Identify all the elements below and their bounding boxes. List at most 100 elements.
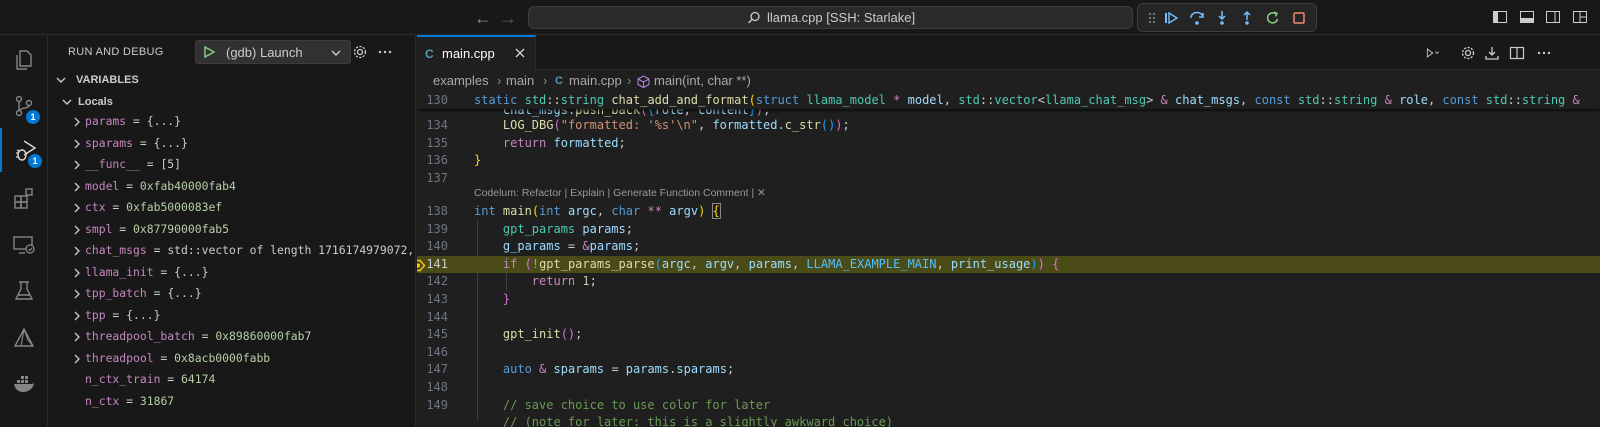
variable-separator: = <box>146 286 168 300</box>
gear-icon[interactable] <box>352 44 368 60</box>
variable-value: 0x8acb0000fabb <box>174 350 271 365</box>
line-number: 144 <box>426 309 448 324</box>
code-line: 136 } <box>417 152 1600 170</box>
variable-row[interactable]: tpp = {...} <box>48 305 415 327</box>
tab-main-cpp[interactable]: C main.cpp <box>417 35 536 70</box>
more-actions-icon[interactable] <box>1536 45 1552 61</box>
chevron-right-icon[interactable] <box>73 246 81 256</box>
debug-toolbar <box>1137 3 1317 32</box>
chevron-right-icon[interactable] <box>73 182 81 192</box>
variable-row[interactable]: threadpool = 0x8acb0000fabb <box>48 348 415 370</box>
line-number: 136 <box>426 153 448 168</box>
variable-separator: = <box>153 264 175 279</box>
breadcrumb-item[interactable]: main(int, char **) <box>654 73 751 88</box>
code-editor[interactable]: 130 static std::string chat_add_and_form… <box>417 92 1600 427</box>
breadcrumb-item[interactable]: main.cpp <box>569 73 622 88</box>
split-editor-icon[interactable] <box>1509 45 1525 61</box>
variable-separator: = <box>194 329 216 343</box>
back-arrow-icon[interactable]: ← <box>472 7 494 29</box>
codelens-actions[interactable]: Codelum: Refactor | Explain | Generate F… <box>474 187 766 199</box>
variable-separator: = <box>119 178 140 193</box>
close-icon[interactable] <box>514 47 526 59</box>
code-line: 148 <box>417 379 1600 397</box>
variable-row[interactable]: threadpool_batch = 0x89860000fab7 <box>48 326 415 348</box>
chevron-right-icon[interactable] <box>73 289 81 299</box>
run-debug-dropdown-icon[interactable] <box>1424 45 1440 61</box>
chevron-right-icon[interactable] <box>73 203 81 213</box>
code-text: } <box>502 292 511 306</box>
variable-separator: = <box>119 393 140 408</box>
remote-explorer-button[interactable] <box>0 223 48 267</box>
variable-separator: = <box>105 307 127 322</box>
variable-row[interactable]: llama_init = {...} <box>48 262 415 284</box>
chevron-right-icon[interactable] <box>73 332 81 342</box>
docker-button[interactable] <box>0 362 48 406</box>
toggle-panel-icon[interactable] <box>1519 9 1535 25</box>
chevron-right-icon[interactable] <box>73 354 81 364</box>
sticky-scroll-header[interactable]: 130 static std::string chat_add_and_form… <box>417 92 1600 109</box>
variable-separator: = <box>112 221 134 236</box>
chevron-down-icon <box>331 50 341 56</box>
chevron-right-icon[interactable] <box>73 139 81 149</box>
variable-row[interactable]: tpp_batch = {...} <box>48 283 415 305</box>
variable-row[interactable]: n_ctx_train = 64174 <box>48 369 415 391</box>
run-and-debug-sidebar: RUN AND DEBUG (gdb) Launch VARIABLES Loc… <box>48 35 416 427</box>
restart-icon[interactable] <box>1265 10 1281 26</box>
start-debugging-icon[interactable] <box>203 46 215 58</box>
variable-value: 0x89860000fab7 <box>215 329 312 343</box>
step-over-icon[interactable] <box>1189 10 1205 26</box>
variable-value: 64174 <box>181 372 216 386</box>
launch-config-select[interactable]: (gdb) Launch <box>195 40 351 64</box>
explorer-button[interactable] <box>0 38 48 82</box>
variables-section-label: VARIABLES <box>76 74 139 86</box>
settings-icon[interactable] <box>1460 45 1476 61</box>
step-into-icon[interactable] <box>1214 10 1230 26</box>
extensions-button[interactable] <box>0 177 48 221</box>
forward-arrow-icon[interactable]: → <box>497 7 519 29</box>
variable-row[interactable]: n_ctx = 31867 <box>48 391 415 413</box>
variable-name: model = 0xfab40000fab4 <box>85 178 236 193</box>
variable-value: {...} <box>126 307 161 322</box>
chevron-right-icon[interactable] <box>73 160 81 170</box>
title-bar: ← → llama.cpp [SSH: Starlake] <box>0 0 1600 35</box>
variable-row[interactable]: __func__ = [5] <box>48 154 415 176</box>
chevron-right-icon[interactable] <box>73 225 81 235</box>
variable-value: 0xfab40000fab4 <box>139 178 236 193</box>
toggle-primary-sidebar-icon[interactable] <box>1492 9 1508 25</box>
chevron-right-icon[interactable] <box>73 117 81 127</box>
sidebar-title: RUN AND DEBUG <box>68 46 164 58</box>
chevron-right-icon[interactable] <box>73 268 81 278</box>
beaker-icon <box>14 281 34 300</box>
breadcrumb-item[interactable]: examples <box>433 73 489 88</box>
drag-handle-icon[interactable] <box>1144 10 1160 26</box>
stop-icon[interactable] <box>1291 10 1307 26</box>
variable-row[interactable]: model = 0xfab40000fab4 <box>48 176 415 198</box>
line-number: 146 <box>426 344 448 359</box>
testing-button[interactable] <box>0 269 48 313</box>
run-and-debug-button[interactable]: 1 <box>0 128 48 172</box>
toggle-secondary-sidebar-icon[interactable] <box>1545 9 1561 25</box>
chevron-right-icon[interactable] <box>73 311 81 321</box>
method-icon <box>637 75 650 88</box>
variable-row[interactable]: chat_msgs = std::vector of length 171617… <box>48 240 415 262</box>
line-number: 138 <box>426 204 448 218</box>
copilot-button[interactable] <box>0 316 48 360</box>
step-out-icon[interactable] <box>1239 10 1255 26</box>
customize-layout-icon[interactable] <box>1572 9 1588 25</box>
breadcrumb-item[interactable]: main <box>506 73 534 88</box>
variable-row[interactable]: params = {...} <box>48 111 415 133</box>
source-control-button[interactable]: 1 <box>0 84 48 128</box>
variable-name: n_ctx = 31867 <box>85 393 175 408</box>
command-center[interactable]: llama.cpp [SSH: Starlake] <box>528 6 1133 29</box>
code-text: if (!gpt_params_parse(argc, argv, params… <box>502 256 1060 271</box>
search-icon <box>748 11 760 24</box>
files-icon <box>16 50 32 70</box>
variable-row[interactable]: smpl = 0x87790000fab5 <box>48 219 415 241</box>
code-text: } <box>474 153 482 168</box>
download-icon[interactable] <box>1484 45 1500 61</box>
code-line: 144 <box>417 309 1600 327</box>
variable-row[interactable]: sparams = {...} <box>48 133 415 155</box>
continue-icon[interactable] <box>1163 10 1179 26</box>
more-actions-icon[interactable] <box>377 44 393 60</box>
variable-row[interactable]: ctx = 0xfab5000083ef <box>48 197 415 219</box>
